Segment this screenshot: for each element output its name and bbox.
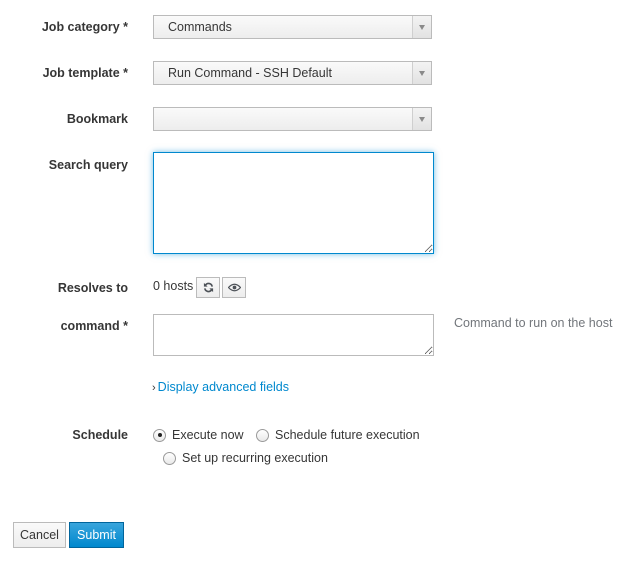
job-template-value: Run Command - SSH Default — [168, 66, 332, 80]
radio-checked-icon[interactable] — [153, 428, 166, 442]
refresh-icon — [203, 282, 213, 293]
display-advanced-fields-label: Display advanced fields — [157, 380, 289, 394]
bookmark-select[interactable] — [153, 107, 432, 131]
search-query-label: Search query — [48, 158, 128, 172]
resolved-hosts-count: 0 hosts — [153, 279, 194, 293]
schedule-recurring-execution-radio[interactable]: Set up recurring execution — [163, 451, 328, 465]
schedule-execute-now-radio[interactable]: Execute now — [153, 428, 244, 442]
preview-hosts-button[interactable] — [222, 277, 246, 298]
job-template-select[interactable]: Run Command - SSH Default — [153, 61, 432, 85]
cancel-button[interactable]: Cancel — [13, 522, 66, 548]
schedule-option-label: Set up recurring execution — [182, 451, 328, 465]
display-advanced-fields-link[interactable]: › Display advanced fields — [152, 380, 289, 394]
schedule-option-label: Schedule future execution — [275, 428, 420, 442]
submit-button[interactable]: Submit — [69, 522, 124, 548]
schedule-label: Schedule — [72, 428, 128, 442]
chevron-down-icon[interactable] — [412, 62, 431, 84]
schedule-future-execution-radio[interactable]: Schedule future execution — [256, 428, 420, 442]
schedule-option-label: Execute now — [172, 428, 244, 442]
job-category-select[interactable]: Commands — [153, 15, 432, 39]
radio-unchecked-icon[interactable] — [163, 451, 176, 465]
chevron-down-icon[interactable] — [412, 108, 431, 130]
chevron-right-icon: › — [152, 382, 156, 394]
radio-unchecked-icon[interactable] — [256, 428, 269, 442]
resolves-to-label: Resolves to — [57, 281, 128, 295]
job-template-label: Job template * — [42, 66, 128, 80]
chevron-down-icon[interactable] — [412, 16, 431, 38]
refresh-button[interactable] — [196, 277, 220, 298]
command-help-text: Command to run on the host — [454, 316, 613, 330]
job-category-value: Commands — [168, 20, 232, 34]
search-query-input[interactable] — [153, 152, 434, 254]
bookmark-label: Bookmark — [66, 112, 128, 126]
command-input[interactable] — [153, 314, 434, 356]
command-label: command * — [60, 319, 128, 333]
eye-icon — [227, 283, 241, 292]
job-category-label: Job category * — [41, 20, 128, 34]
